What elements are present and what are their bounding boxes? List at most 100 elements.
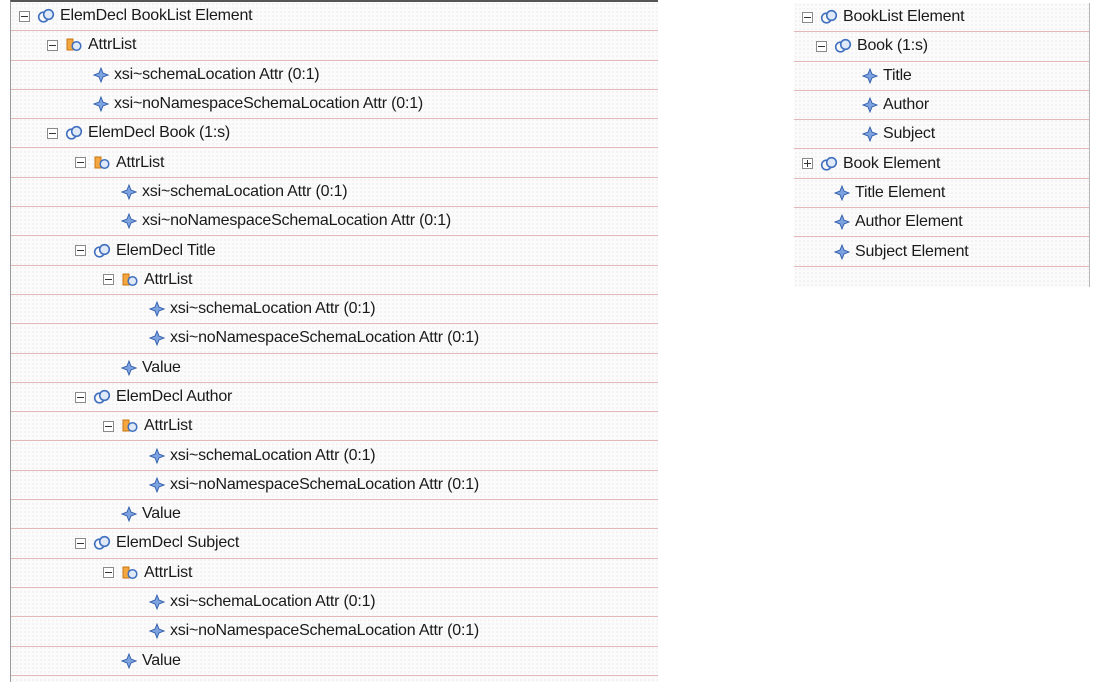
right-tree-row[interactable]: Book Element	[794, 149, 1089, 179]
right-tree-row[interactable]: Subject	[794, 120, 1089, 150]
tree-node-label: ElemDecl Author	[116, 388, 233, 405]
left-tree-row[interactable]: xsi~noNamespaceSchemaLocation Attr (0:1)	[11, 617, 658, 647]
collapse-icon[interactable]	[816, 40, 827, 52]
tree-node-label: AttrList	[144, 417, 193, 435]
left-tree-row[interactable]: Value	[11, 500, 658, 530]
element-decl-icon	[820, 9, 838, 25]
left-tree-row[interactable]: ElemDecl Author	[11, 383, 658, 413]
attribute-icon	[121, 652, 137, 669]
attribute-icon	[834, 214, 850, 231]
tree-node-label: Subject	[883, 125, 935, 143]
left-tree-row[interactable]: xsi~noNamespaceSchemaLocation Attr (0:1)	[11, 471, 658, 501]
tree-node-label: xsi~noNamespaceSchemaLocation Attr (0:1)	[170, 622, 480, 640]
right-tree-row[interactable]: Author	[794, 91, 1089, 121]
collapse-icon[interactable]	[47, 127, 58, 139]
tree-node-label: ElemDecl Subject	[116, 534, 240, 552]
right-tree-row[interactable]: Book (1:s)	[794, 32, 1089, 62]
tree-node-label: xsi~schemaLocation Attr (0:1)	[170, 446, 376, 464]
collapse-icon[interactable]	[75, 537, 86, 549]
collapse-icon[interactable]	[103, 420, 114, 432]
collapse-icon[interactable]	[103, 567, 114, 579]
tree-node-label: BookList Element	[843, 8, 965, 26]
left-tree-row[interactable]: xsi~noNamespaceSchemaLocation Attr (0:1)	[11, 207, 658, 237]
tree-node-label: AttrList	[144, 270, 193, 288]
left-tree-row[interactable]: AttrList	[11, 559, 658, 588]
right-tree-row[interactable]: Subject Element	[794, 237, 1089, 267]
left-tree-row[interactable]: AttrList	[11, 148, 658, 178]
left-tree-row[interactable]: xsi~schemaLocation Attr (0:1)	[11, 178, 658, 208]
attribute-icon	[862, 126, 878, 143]
tree-node-label: xsi~schemaLocation Attr (0:1)	[142, 182, 348, 200]
collapse-icon[interactable]	[802, 11, 813, 23]
schema-tree-panel-right: BookList Element Book (1:s) Title Author Sub…	[794, 3, 1090, 287]
left-tree-row[interactable]: ElemDecl BookList Element	[11, 2, 658, 32]
attribute-icon	[149, 330, 165, 347]
attribute-icon	[149, 447, 165, 464]
attr-list-icon	[121, 418, 139, 434]
tree-node-label: xsi~noNamespaceSchemaLocation Attr (0:1)	[170, 329, 480, 347]
left-tree-row[interactable]: ElemDecl Title	[11, 236, 658, 266]
left-tree-row[interactable]: ElemDecl Subject	[11, 529, 658, 559]
expand-icon[interactable]	[802, 158, 813, 170]
attribute-icon	[121, 213, 137, 230]
attribute-icon	[149, 301, 165, 318]
element-decl-icon	[37, 8, 55, 24]
collapse-icon[interactable]	[47, 39, 58, 51]
element-decl-icon	[820, 156, 838, 172]
tree-node-label: Title Element	[855, 183, 946, 201]
left-tree-row[interactable]: xsi~schemaLocation Attr (0:1)	[11, 295, 658, 325]
left-tree-row[interactable]: Value	[11, 354, 658, 383]
schema-tree-panel-left: ElemDecl BookList Element AttrList xsi~sch…	[10, 0, 658, 682]
left-tree-row[interactable]: xsi~schemaLocation Attr (0:1)	[11, 588, 658, 618]
tree-node-label: Value	[142, 505, 181, 523]
attribute-icon	[93, 66, 109, 83]
tree-node-label: AttrList	[116, 153, 165, 171]
tree-node-label: Title	[883, 66, 912, 84]
attribute-icon	[149, 476, 165, 493]
collapse-icon[interactable]	[75, 245, 86, 257]
attribute-icon	[862, 97, 878, 114]
right-tree-row[interactable]: Title Element	[794, 179, 1089, 209]
left-tree-row[interactable]: xsi~schemaLocation Attr (0:1)	[11, 61, 658, 90]
collapse-icon[interactable]	[19, 10, 30, 22]
tree-node-label: ElemDecl Title	[116, 241, 216, 259]
left-tree-row[interactable]: AttrList	[11, 31, 658, 61]
attribute-icon	[121, 359, 137, 376]
attribute-icon	[121, 183, 137, 200]
left-tree-row[interactable]: xsi~schemaLocation Attr (0:1)	[11, 441, 658, 471]
tree-node-label: Book (1:s)	[857, 37, 928, 55]
left-tree-row[interactable]: xsi~noNamespaceSchemaLocation Attr (0:1)	[11, 90, 658, 120]
collapse-icon[interactable]	[75, 391, 86, 403]
tree-node-label: xsi~noNamespaceSchemaLocation Attr (0:1)	[142, 212, 452, 230]
attribute-icon	[862, 67, 878, 84]
right-tree-row[interactable]: Title	[794, 62, 1089, 91]
right-tree-row[interactable]: BookList Element	[794, 3, 1089, 33]
element-decl-icon	[93, 243, 111, 259]
left-tree-row[interactable]: Value	[11, 647, 658, 676]
tree-node-label: Author Element	[855, 213, 963, 231]
attr-list-icon	[121, 565, 139, 581]
tree-node-label: Value	[142, 651, 181, 669]
attribute-icon	[93, 96, 109, 113]
attribute-icon	[149, 623, 165, 640]
attr-list-icon	[121, 272, 139, 288]
tree-node-label: ElemDecl BookList Element	[60, 7, 253, 25]
left-tree-row[interactable]: AttrList	[11, 412, 658, 442]
left-tree-row[interactable]: AttrList	[11, 266, 658, 295]
tree-node-label: Book Element	[843, 154, 941, 172]
element-decl-icon	[65, 125, 83, 141]
attribute-icon	[834, 184, 850, 201]
left-tree-row[interactable]: xsi~noNamespaceSchemaLocation Attr (0:1)	[11, 324, 658, 354]
collapse-icon[interactable]	[103, 274, 114, 286]
collapse-icon[interactable]	[75, 157, 86, 169]
element-decl-icon	[834, 38, 852, 54]
attribute-icon	[149, 594, 165, 611]
tree-node-label: ElemDecl Book (1:s)	[88, 124, 231, 142]
element-decl-icon	[93, 389, 111, 405]
tree-node-label: Value	[142, 358, 181, 376]
attr-list-icon	[65, 37, 83, 53]
attr-list-icon	[93, 155, 111, 171]
right-tree-row[interactable]: Author Element	[794, 208, 1089, 238]
left-tree-row[interactable]: ElemDecl Book (1:s)	[11, 119, 658, 149]
tree-node-label: Subject Element	[855, 242, 969, 260]
